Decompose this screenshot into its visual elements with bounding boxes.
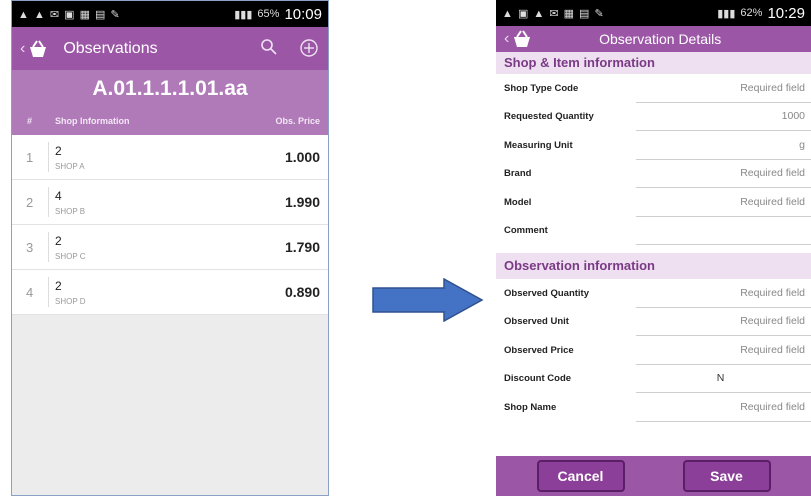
battery-percent: 65% — [257, 8, 280, 20]
notification-icons: ▲ ▣ ▲ ✉ ▦ ▤ ✎ — [502, 7, 605, 20]
column-obs-price: Obs. Price — [275, 116, 320, 126]
section-observation: Observation information — [496, 253, 811, 279]
row-index: 2 — [26, 194, 34, 210]
back-chevron-icon[interactable]: ‹ — [20, 40, 25, 58]
row-shop: SHOP B — [55, 206, 86, 216]
field-label: Observed Unit — [504, 316, 569, 328]
divider — [48, 187, 49, 217]
status-bar: ▲ ▣ ▲ ✉ ▦ ▤ ✎ ▮▮▮ 62% 10:29 — [496, 0, 811, 26]
field-value[interactable]: Required field — [636, 74, 811, 103]
action-bar: ‹ Observations — [12, 27, 328, 70]
row-price: 1.000 — [284, 149, 320, 165]
row-price: 1.990 — [284, 194, 320, 210]
field-shop-type-code[interactable]: Shop Type Code Required field — [496, 74, 811, 103]
field-label: Comment — [504, 225, 548, 237]
back-chevron-icon[interactable]: ‹ — [504, 30, 509, 48]
signal-icon: ▮▮▮ — [234, 8, 253, 21]
field-label: Shop Name — [504, 401, 557, 413]
signal-icon: ▮▮▮ — [717, 7, 736, 20]
clock: 10:09 — [284, 5, 322, 23]
row-price: 0.890 — [284, 284, 320, 300]
observations-phone: ▲ ▲ ✉ ▣ ▦ ▤ ✎ ▮▮▮ 65% 10:09 ‹ Observatio… — [11, 0, 329, 496]
field-label: Brand — [504, 168, 532, 180]
add-icon[interactable] — [298, 38, 320, 60]
field-measuring-unit[interactable]: Measuring Unit g — [496, 131, 811, 160]
row-quantity: 2 — [55, 278, 62, 293]
field-brand[interactable]: Brand Required field — [496, 160, 811, 188]
status-bar: ▲ ▲ ✉ ▣ ▦ ▤ ✎ ▮▮▮ 65% 10:09 — [12, 1, 328, 27]
field-label: Shop Type Code — [504, 82, 579, 94]
row-price: 1.790 — [284, 239, 320, 255]
row-index: 1 — [26, 149, 34, 165]
screenshot-stage: ▲ ▲ ✉ ▣ ▦ ▤ ✎ ▮▮▮ 65% 10:09 ‹ Observatio… — [0, 0, 811, 496]
discount-code-select[interactable]: N — [636, 365, 811, 393]
field-model[interactable]: Model Required field — [496, 188, 811, 217]
row-quantity: 2 — [55, 233, 62, 248]
row-index: 3 — [26, 239, 34, 255]
field-value[interactable]: Required field — [636, 308, 811, 336]
field-observed-price[interactable]: Observed Price Required field — [496, 336, 811, 365]
field-label: Observed Price — [504, 344, 574, 356]
row-shop: SHOP C — [55, 251, 86, 261]
flow-arrow-icon — [372, 278, 484, 322]
basket-icon[interactable] — [27, 39, 49, 59]
row-quantity: 2 — [55, 143, 62, 158]
row-shop: SHOP D — [55, 296, 86, 306]
field-value[interactable]: Required field — [636, 393, 811, 422]
field-discount-code[interactable]: Discount Code N — [496, 365, 811, 393]
field-value[interactable]: Required field — [636, 188, 811, 217]
field-shop-name[interactable]: Shop Name Required field — [496, 393, 811, 422]
search-icon[interactable] — [258, 38, 280, 60]
screen-title: Observations — [63, 39, 158, 57]
divider — [48, 142, 49, 172]
list-item[interactable]: 1 2 SHOP A 1.000 — [12, 135, 328, 180]
screen-title: Observation Details — [599, 31, 722, 47]
column-headers: # Shop Information Obs. Price — [12, 107, 328, 135]
field-requested-quantity[interactable]: Requested Quantity 1000 — [496, 103, 811, 131]
field-observed-quantity[interactable]: Observed Quantity Required field — [496, 279, 811, 308]
field-value[interactable]: 1000 — [636, 103, 811, 131]
save-button[interactable]: Save — [682, 460, 771, 492]
action-bar: ‹ Observation Details — [496, 26, 811, 52]
field-value[interactable]: g — [636, 131, 811, 160]
field-value[interactable]: Required field — [636, 160, 811, 188]
list-item[interactable]: 2 4 SHOP B 1.990 — [12, 180, 328, 225]
observation-details-phone: ▲ ▣ ▲ ✉ ▦ ▤ ✎ ▮▮▮ 62% 10:29 ‹ Observatio… — [496, 0, 811, 496]
field-label: Measuring Unit — [504, 139, 573, 151]
field-label: Requested Quantity — [504, 111, 594, 123]
field-observed-unit[interactable]: Observed Unit Required field — [496, 308, 811, 336]
battery-percent: 62% — [740, 7, 763, 19]
field-label: Model — [504, 196, 532, 208]
field-value[interactable]: Required field — [636, 336, 811, 365]
basket-icon[interactable] — [511, 29, 533, 49]
divider — [48, 277, 49, 307]
field-label: Discount Code — [504, 373, 572, 385]
section-shop-item: Shop & Item information — [496, 52, 811, 74]
field-comment[interactable]: Comment — [496, 217, 811, 245]
item-code-header: A.01.1.1.1.01.aa — [12, 70, 328, 107]
field-value[interactable] — [636, 217, 811, 245]
observations-list: 1 2 SHOP A 1.000 2 4 SHOP B 1.990 3 2 SH… — [12, 135, 328, 315]
bottom-action-bar: Cancel Save — [496, 456, 811, 496]
row-shop: SHOP A — [55, 161, 85, 171]
row-quantity: 4 — [55, 188, 62, 203]
cancel-button[interactable]: Cancel — [536, 460, 625, 492]
field-label: Observed Quantity — [504, 287, 589, 299]
column-shop-information: Shop Information — [55, 116, 130, 126]
list-item[interactable]: 4 2 SHOP D 0.890 — [12, 270, 328, 315]
field-value[interactable]: Required field — [636, 279, 811, 308]
row-index: 4 — [26, 284, 34, 300]
clock: 10:29 — [767, 4, 805, 22]
column-hash: # — [27, 116, 33, 126]
list-item[interactable]: 3 2 SHOP C 1.790 — [12, 225, 328, 270]
divider — [48, 232, 49, 262]
notification-icons: ▲ ▲ ✉ ▣ ▦ ▤ ✎ — [18, 8, 121, 21]
